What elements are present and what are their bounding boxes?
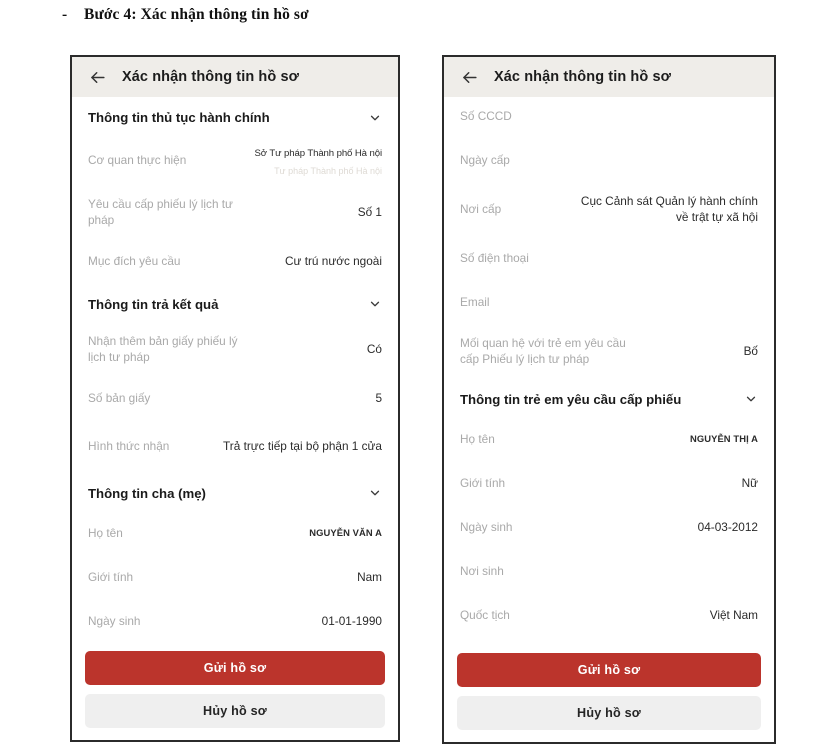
field-value: Bố [743,343,758,358]
action-bar-left: Gửi hồ sơ Hủy hồ sơ [72,645,398,740]
field-row-ngay-sinh: Ngày sinh 01-01-1990 [88,600,382,644]
field-value-ghost: Tư pháp Thành phố Hà nội [274,166,382,176]
field-value: Số 1 [357,204,382,219]
page-title-left: Xác nhận thông tin hồ sơ [122,69,300,85]
field-label: Ngày sinh [460,519,513,534]
field-label: Họ tên [88,525,123,540]
field-label: Giới tính [460,475,506,490]
phone-screenshot-left: Xác nhận thông tin hồ sơ Thông tin thủ t… [70,55,400,742]
field-value: Việt Nam [709,607,758,622]
field-row-so-ban-giay: Số bản giấy 5 [88,377,382,421]
field-row-child-noi-sinh: Nơi sinh [460,550,758,594]
section-title: Thông tin trẻ em yêu cầu cấp phiếu [460,391,682,407]
back-arrow-icon[interactable] [86,66,108,88]
chevron-down-icon[interactable] [368,297,382,311]
field-row-muc-dich-yeu-cau: Mục đích yêu cầu Cư trú nước ngoài [88,240,382,284]
field-label: Hình thức nhận [88,438,170,453]
field-row-hinh-thuc-nhan: Hình thức nhận Trả trực tiếp tại bộ phận… [88,421,382,473]
app-header-right: Xác nhận thông tin hồ sơ [444,57,774,97]
cancel-button[interactable]: Hủy hồ sơ [85,694,385,728]
chevron-down-icon[interactable] [368,486,382,500]
caption-text: Bước 4: Xác nhận thông tin hồ sơ [84,6,309,23]
field-row-gioi-tinh: Giới tính Nam [88,556,382,600]
field-label: Email [460,294,490,309]
field-label: Số CCCD [460,109,512,124]
action-bar-right: Gửi hồ sơ Hủy hồ sơ [444,647,774,742]
step-caption: - Bước 4: Xác nhận thông tin hồ sơ [62,6,309,24]
field-label: Quốc tịch [460,607,510,622]
cancel-button[interactable]: Hủy hồ sơ [457,696,761,730]
field-value: Nữ [741,475,758,490]
field-label: Họ tên [460,431,495,446]
field-value: Trả trực tiếp tại bộ phận 1 cửa [223,438,382,453]
field-row-child-ho-ten: Họ tên NGUYỄN THỊ A [460,418,758,462]
chevron-down-icon[interactable] [744,392,758,406]
field-label: Số điện thoại [460,250,529,265]
field-row-child-ngay-sinh: Ngày sinh 04-03-2012 [460,506,758,550]
field-value: 01-01-1990 [321,613,382,628]
field-row-noi-cap: Nơi cấp Cục Cảnh sát Quản lý hành chính … [460,183,758,237]
field-label: Nơi cấp [460,201,502,216]
field-value: Nam [357,569,382,584]
field-row-moi-quan-he: Mối quan hệ với trẻ em yêu cầu cấp Phiếu… [460,325,758,379]
field-label: Nơi sinh [460,563,504,578]
submit-button[interactable]: Gửi hồ sơ [85,651,385,685]
section-header-tra-ket-qua[interactable]: Thông tin trả kết quả [88,284,382,323]
field-value: 5 [375,390,382,405]
field-label: Cơ quan thực hiện [88,153,187,168]
section-header-thong-tin-cha-me[interactable]: Thông tin cha (mẹ) [88,473,382,512]
field-row-child-gioi-tinh: Giới tính Nữ [460,462,758,506]
field-value: Cư trú nước ngoài [285,253,382,268]
field-value: NGUYỄN VĂN A [309,527,382,539]
field-label: Nhận thêm bản giấy phiếu lý lịch tư pháp [88,333,238,364]
field-value: 04-03-2012 [697,519,758,534]
field-row-so-cccd: Số CCCD [460,99,758,139]
field-label: Ngày cấp [460,153,510,168]
app-header-left: Xác nhận thông tin hồ sơ [72,57,398,97]
field-row-co-quan-thuc-hien: Cơ quan thực hiện Sở Tư pháp Thành phố H… [88,136,382,186]
field-label: Ngày sinh [88,613,141,628]
field-row-email: Email [460,281,758,325]
field-row-nhan-them-ban-giay: Nhận thêm bản giấy phiếu lý lịch tư pháp… [88,323,382,377]
section-title: Thông tin trả kết quả [88,296,219,312]
field-value: Cục Cảnh sát Quản lý hành chính về trật … [580,194,758,224]
section-header-thong-tin-tre-em[interactable]: Thông tin trẻ em yêu cầu cấp phiếu [460,379,758,418]
field-value: Có [366,341,382,356]
section-title: Thông tin cha (mẹ) [88,485,206,501]
field-row-ho-ten: Họ tên NGUYỄN VĂN A [88,512,382,556]
back-arrow-icon[interactable] [458,66,480,88]
page-title-right: Xác nhận thông tin hồ sơ [494,69,672,85]
section-header-thu-tuc-hanh-chinh[interactable]: Thông tin thủ tục hành chính [88,97,382,136]
section-title: Thông tin thủ tục hành chính [88,110,270,125]
field-label: Số bản giấy [88,390,151,405]
field-value: Sở Tư pháp Thành phố Hà nội [254,148,382,159]
field-row-yeu-cau-cap-phieu: Yêu cầu cấp phiếu lý lịch tư pháp Số 1 [88,186,382,240]
chevron-down-icon[interactable] [368,111,382,125]
field-row-so-dien-thoai: Số điện thoại [460,237,758,281]
phone-screenshot-right: Xác nhận thông tin hồ sơ Số CCCD Ngày cấ… [442,55,776,744]
field-row-ngay-cap: Ngày cấp [460,139,758,183]
field-label: Yêu cầu cấp phiếu lý lịch tư pháp [88,197,233,227]
field-label: Mối quan hệ với trẻ em yêu cầu cấp Phiếu… [460,335,626,366]
field-row-child-quoc-tich: Quốc tịch Việt Nam [460,594,758,638]
field-label: Mục đích yêu cầu [88,253,181,268]
caption-bullet: - [62,6,68,23]
field-label: Giới tính [88,569,134,584]
submit-button[interactable]: Gửi hồ sơ [457,653,761,687]
field-value: NGUYỄN THỊ A [689,433,758,445]
